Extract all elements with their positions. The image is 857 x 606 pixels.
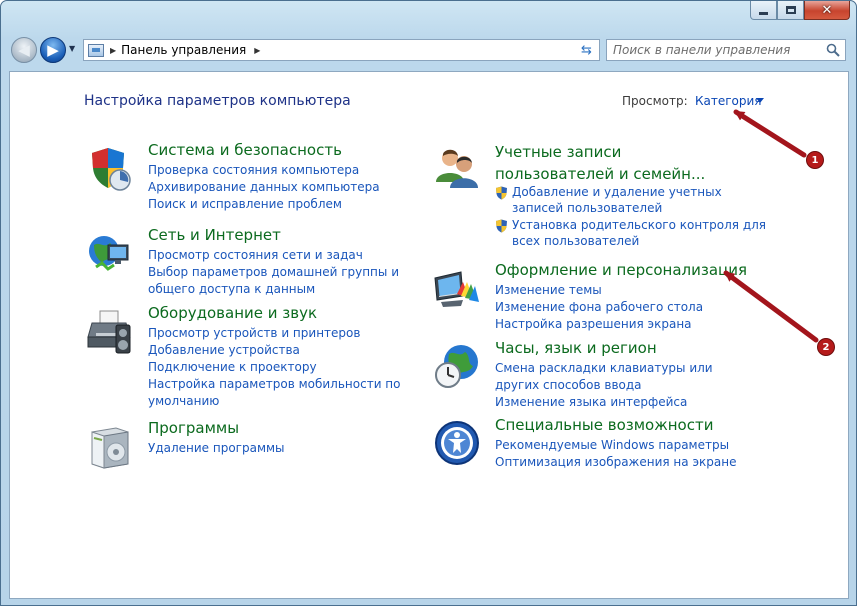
- annotation-arrow-2: [723, 270, 819, 343]
- annotation-badge-2: 2: [817, 338, 835, 356]
- annotation-badge-1: 1: [806, 151, 824, 169]
- annotation-arrow-1: [733, 109, 807, 158]
- annotation-arrows: [723, 109, 819, 343]
